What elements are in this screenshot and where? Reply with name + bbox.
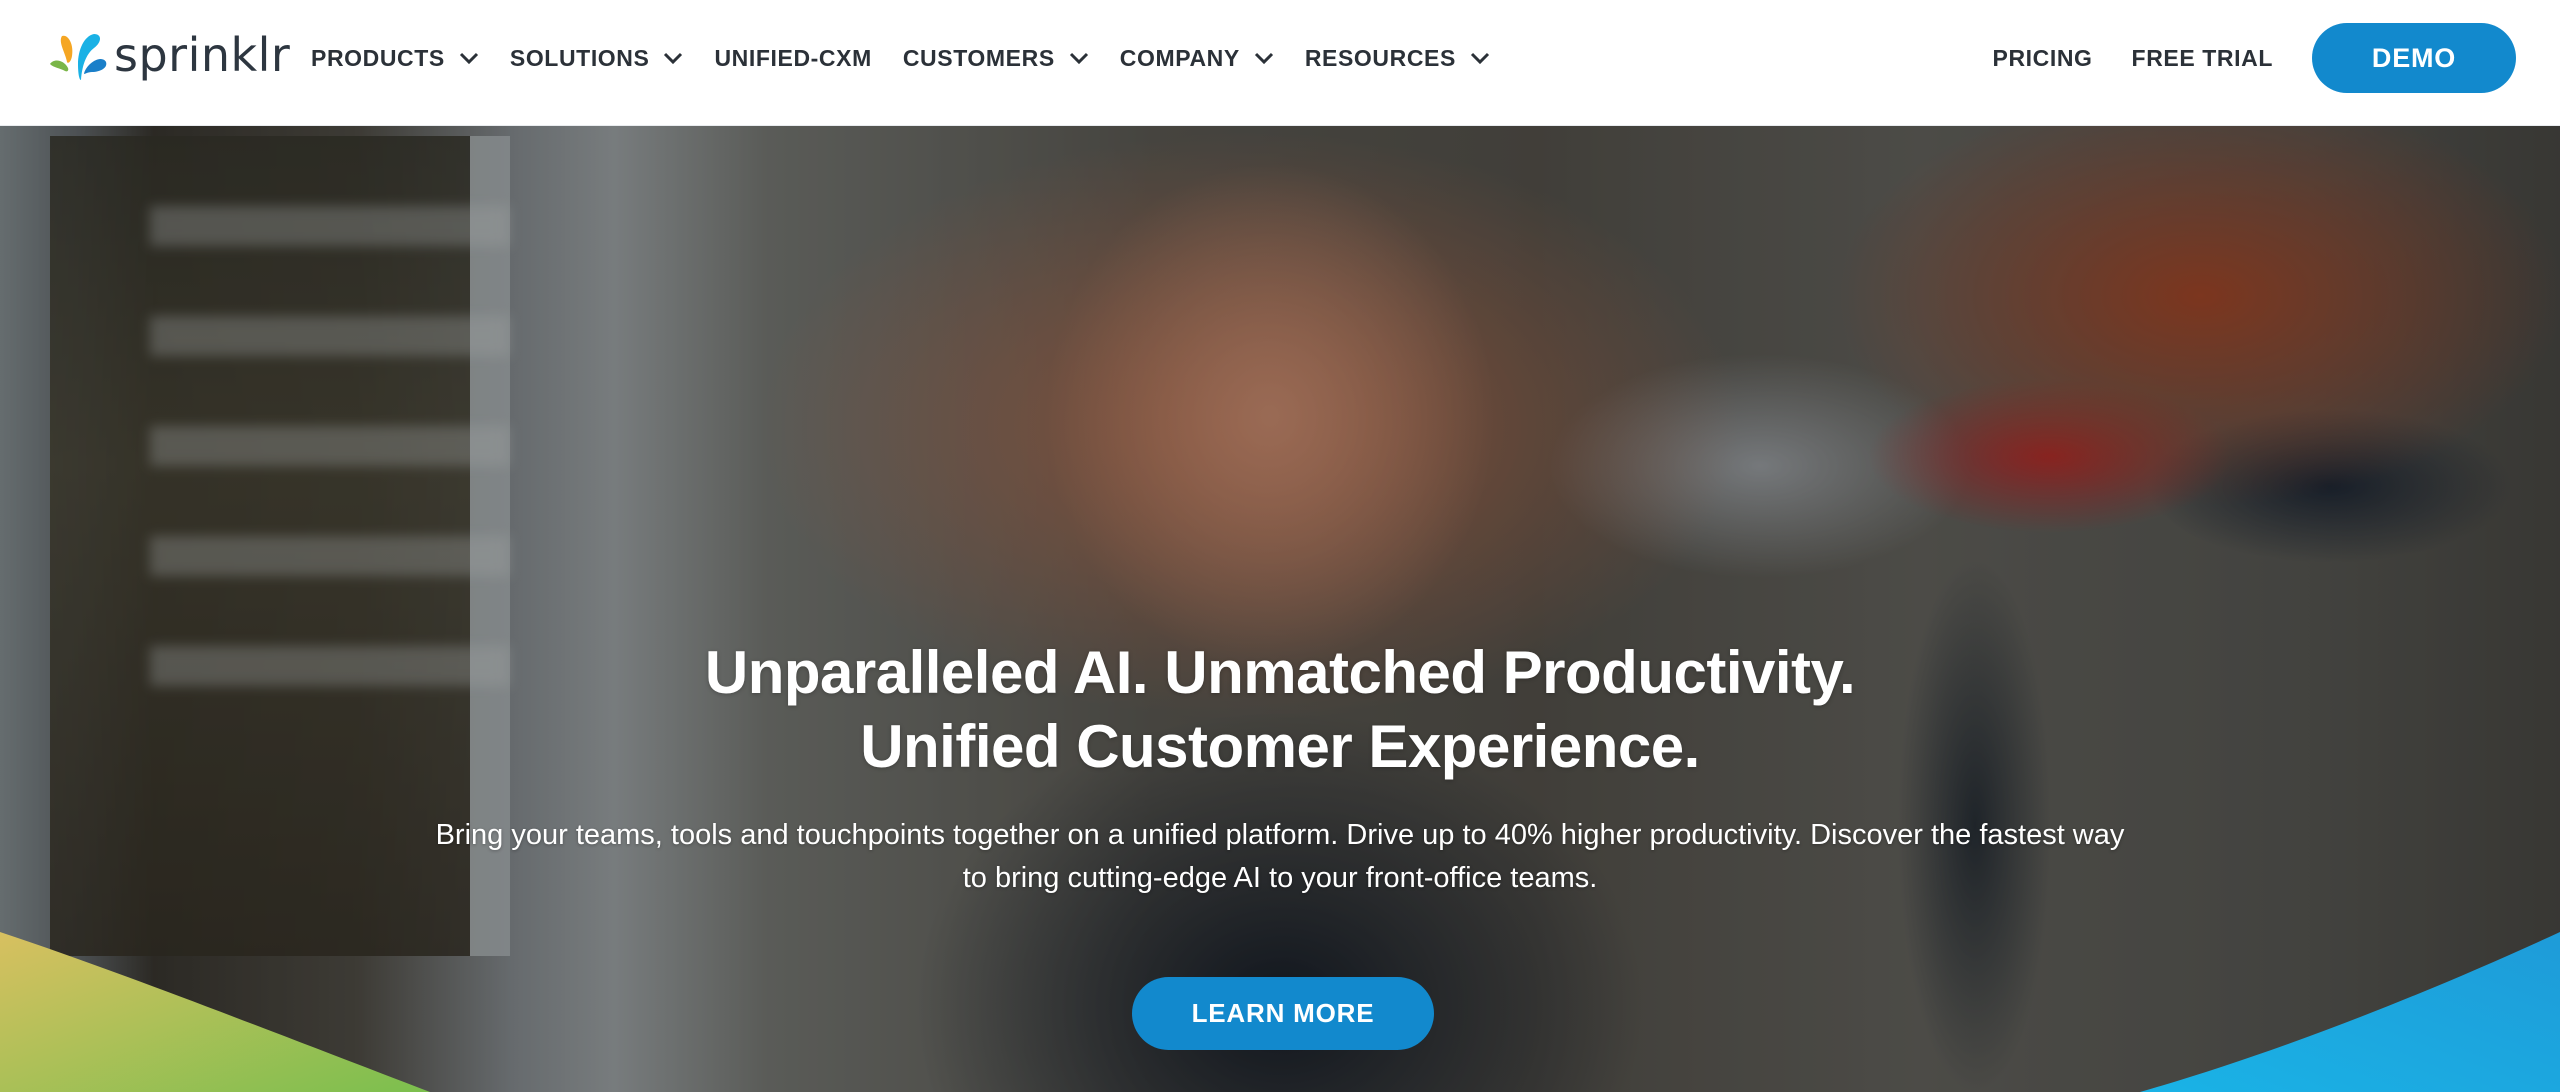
main-nav: PRODUCTS SOLUTIONS UNIFIED-CXM CUSTOMERS… bbox=[311, 0, 1521, 116]
nav-company-label: COMPANY bbox=[1119, 44, 1240, 71]
site-header: sprinklr PRODUCTS SOLUTIONS UNIFIED-CXM … bbox=[0, 0, 2560, 126]
hero-headline-line2: Unified Customer Experience. bbox=[860, 713, 1700, 780]
chevron-down-icon bbox=[459, 52, 478, 65]
nav-company[interactable]: COMPANY bbox=[1120, 45, 1274, 72]
demo-button[interactable]: DEMO bbox=[2312, 23, 2516, 93]
hero-subtitle-line2: to bring cutting-edge AI to your front-o… bbox=[962, 862, 1598, 894]
nav-solutions-label: SOLUTIONS bbox=[509, 44, 650, 71]
nav-customers[interactable]: CUSTOMERS bbox=[903, 45, 1089, 72]
pricing-link[interactable]: PRICING bbox=[1993, 45, 2093, 72]
chevron-down-icon bbox=[1254, 52, 1273, 65]
decorative-swoosh-left bbox=[0, 932, 430, 1092]
hero-subtitle-line1: Bring your teams, tools and touchpoints … bbox=[435, 819, 2125, 851]
nav-resources-label: RESOURCES bbox=[1304, 44, 1456, 71]
sprinklr-droplets-icon bbox=[50, 34, 107, 80]
hero-headline-line1: Unparalleled AI. Unmatched Productivity. bbox=[704, 639, 1856, 706]
decorative-swoosh-right bbox=[2140, 932, 2560, 1092]
hero-headline: Unparalleled AI. Unmatched Productivity.… bbox=[0, 636, 2560, 784]
nav-unified-cxm[interactable]: UNIFIED-CXM bbox=[714, 45, 871, 72]
logo-wordmark: sprinklr bbox=[114, 28, 291, 82]
nav-products[interactable]: PRODUCTS bbox=[311, 45, 479, 72]
header-actions: PRICING FREE TRIAL DEMO bbox=[1993, 0, 2560, 116]
chevron-down-icon bbox=[1470, 52, 1489, 65]
chevron-down-icon bbox=[1069, 52, 1088, 65]
hero-subtitle: Bring your teams, tools and touchpoints … bbox=[380, 814, 2180, 900]
sprinklr-logo[interactable]: sprinklr bbox=[48, 28, 290, 84]
chevron-down-icon bbox=[664, 52, 683, 65]
free-trial-link[interactable]: FREE TRIAL bbox=[2132, 45, 2273, 72]
hero-section: Unparalleled AI. Unmatched Productivity.… bbox=[0, 126, 2560, 1092]
nav-resources[interactable]: RESOURCES bbox=[1305, 45, 1490, 72]
nav-customers-label: CUSTOMERS bbox=[902, 44, 1055, 71]
nav-products-label: PRODUCTS bbox=[311, 44, 445, 71]
learn-more-button[interactable]: LEARN MORE bbox=[1132, 977, 1434, 1050]
nav-solutions[interactable]: SOLUTIONS bbox=[510, 45, 684, 72]
nav-unified-cxm-label: UNIFIED-CXM bbox=[714, 44, 872, 71]
